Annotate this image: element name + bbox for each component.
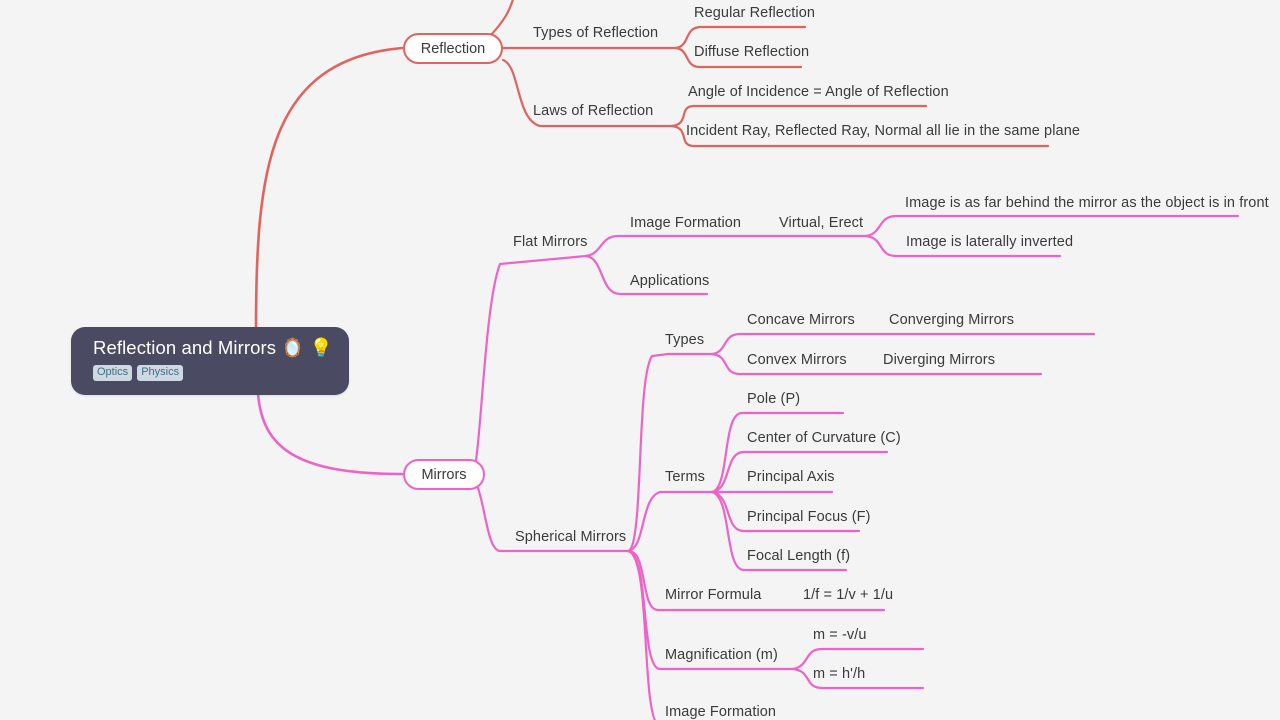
node-convex-mirrors[interactable]: Convex Mirrors [747, 352, 847, 369]
branch-node-mirrors[interactable]: Mirrors [403, 459, 485, 490]
node-diverging-mirrors[interactable]: Diverging Mirrors [883, 352, 995, 369]
node-spherical-mirrors[interactable]: Spherical Mirrors [515, 529, 626, 546]
branch-node-reflection[interactable]: Reflection [403, 33, 503, 64]
node-laws-of-reflection[interactable]: Laws of Reflection [533, 103, 653, 120]
node-magnification-hh[interactable]: m = h'/h [813, 666, 865, 683]
node-types[interactable]: Types [665, 332, 704, 349]
node-magnification[interactable]: Magnification (m) [665, 647, 778, 664]
node-types-of-reflection[interactable]: Types of Reflection [533, 25, 658, 42]
node-principal-focus[interactable]: Principal Focus (F) [747, 509, 871, 526]
node-principal-axis[interactable]: Principal Axis [747, 469, 835, 486]
node-applications[interactable]: Applications [630, 273, 709, 290]
page-title: Reflection and Mirrors 🪞 💡 [93, 337, 333, 358]
node-laterally-inverted[interactable]: Image is laterally inverted [906, 234, 1073, 251]
node-flat-image-formation[interactable]: Image Formation [630, 215, 741, 232]
root-node[interactable]: Reflection and Mirrors 🪞 💡 Optics Physic… [71, 327, 349, 395]
node-magnification-vu[interactable]: m = -v/u [813, 627, 867, 644]
tag-physics[interactable]: Physics [137, 365, 184, 381]
node-angle-of-incidence-law[interactable]: Angle of Incidence = Angle of Reflection [688, 84, 949, 101]
node-flat-mirrors[interactable]: Flat Mirrors [513, 234, 588, 251]
node-concave-mirrors[interactable]: Concave Mirrors [747, 312, 855, 329]
node-pole[interactable]: Pole (P) [747, 391, 800, 408]
node-converging-mirrors[interactable]: Converging Mirrors [889, 312, 1014, 329]
node-mirror-formula-value[interactable]: 1/f = 1/v + 1/u [803, 587, 893, 604]
node-virtual-erect[interactable]: Virtual, Erect [779, 215, 863, 232]
node-terms[interactable]: Terms [665, 469, 705, 486]
mindmap-canvas: Reflection and Mirrors 🪞 💡 Optics Physic… [0, 0, 1280, 720]
node-same-plane-law[interactable]: Incident Ray, Reflected Ray, Normal all … [686, 123, 1080, 140]
node-diffuse-reflection[interactable]: Diffuse Reflection [694, 44, 809, 61]
node-focal-length[interactable]: Focal Length (f) [747, 548, 850, 565]
node-spherical-image-formation[interactable]: Image Formation [665, 704, 776, 720]
node-center-of-curvature[interactable]: Center of Curvature (C) [747, 430, 901, 447]
node-image-behind-mirror[interactable]: Image is as far behind the mirror as the… [905, 195, 1269, 212]
tag-optics[interactable]: Optics [93, 365, 133, 381]
root-tag-list: Optics Physics [93, 365, 327, 381]
node-mirror-formula[interactable]: Mirror Formula [665, 587, 761, 604]
node-regular-reflection[interactable]: Regular Reflection [694, 5, 815, 22]
